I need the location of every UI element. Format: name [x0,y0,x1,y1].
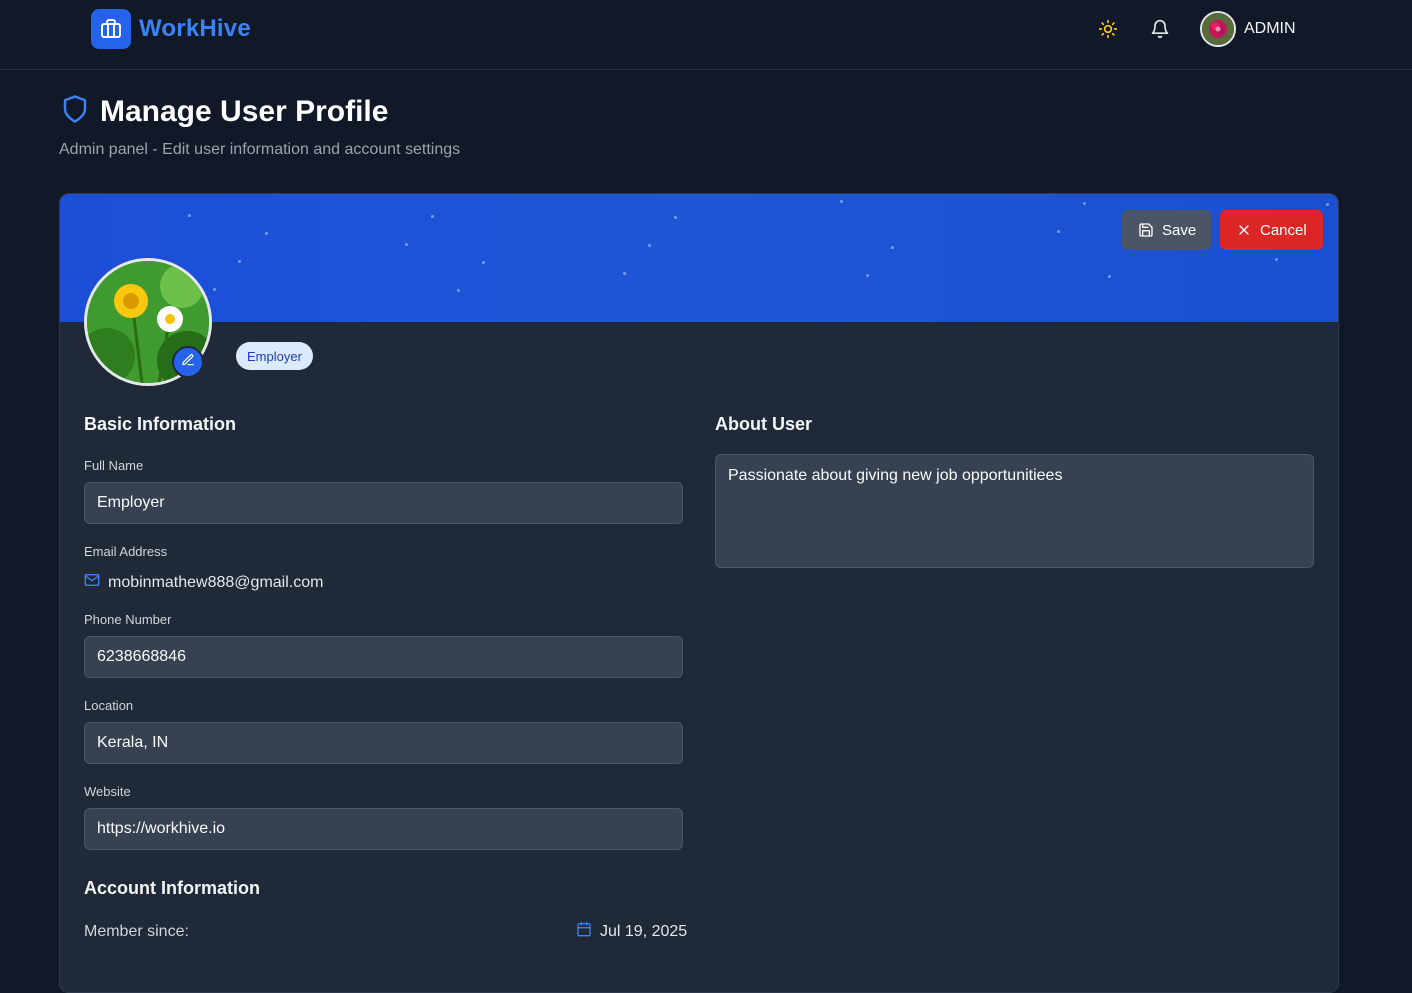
full-name-input[interactable] [84,482,683,524]
about-textarea[interactable]: Passionate about giving new job opportun… [715,454,1314,568]
page-subtitle: Admin panel - Edit user information and … [59,141,461,158]
website-input[interactable] [84,808,683,850]
cancel-label: Cancel [1260,221,1307,239]
full-name-label: Full Name [84,458,144,473]
cancel-button[interactable]: Cancel [1220,210,1323,250]
calendar-icon [576,921,592,942]
about-title: About User [715,414,813,434]
top-navbar: WorkHive ADMIN [0,0,1412,70]
member-since-label: Member since: [84,923,189,940]
member-since: Jul 19, 2025 [576,921,687,942]
user-name[interactable]: ADMIN [1244,20,1296,38]
email-label: Email Address [84,544,168,559]
brand[interactable]: WorkHive [91,9,251,49]
nav-actions: ADMIN [1094,11,1296,47]
location-label: Location [84,698,134,713]
email-value: mobinmathew888@gmail.com [108,573,324,591]
location-input[interactable] [84,722,683,764]
sun-icon[interactable] [1094,15,1122,43]
shield-icon [60,94,90,129]
edit-photo-button[interactable] [172,346,204,378]
phone-label: Phone Number [84,612,172,627]
briefcase-icon [91,9,131,49]
page-title: Manage User Profile [100,94,389,128]
email-display: mobinmathew888@gmail.com [84,572,323,593]
phone-input[interactable] [84,636,683,678]
save-button[interactable]: Save [1122,210,1211,250]
mail-icon [84,572,100,593]
profile-card: Save Cancel Employer Basic Information F… [59,193,1339,993]
role-badge: Employer [236,342,313,370]
close-icon [1236,222,1252,238]
basic-info-title: Basic Information [84,414,237,434]
brand-name: WorkHive [139,15,251,42]
page-heading: Manage User Profile [60,94,388,129]
website-label: Website [84,784,131,799]
pencil-icon [181,353,195,372]
member-since-value: Jul 19, 2025 [600,922,688,940]
bell-icon[interactable] [1146,15,1174,43]
account-info-title: Account Information [84,878,260,898]
save-icon [1138,222,1154,238]
user-avatar[interactable] [1200,11,1236,47]
save-label: Save [1162,221,1197,239]
